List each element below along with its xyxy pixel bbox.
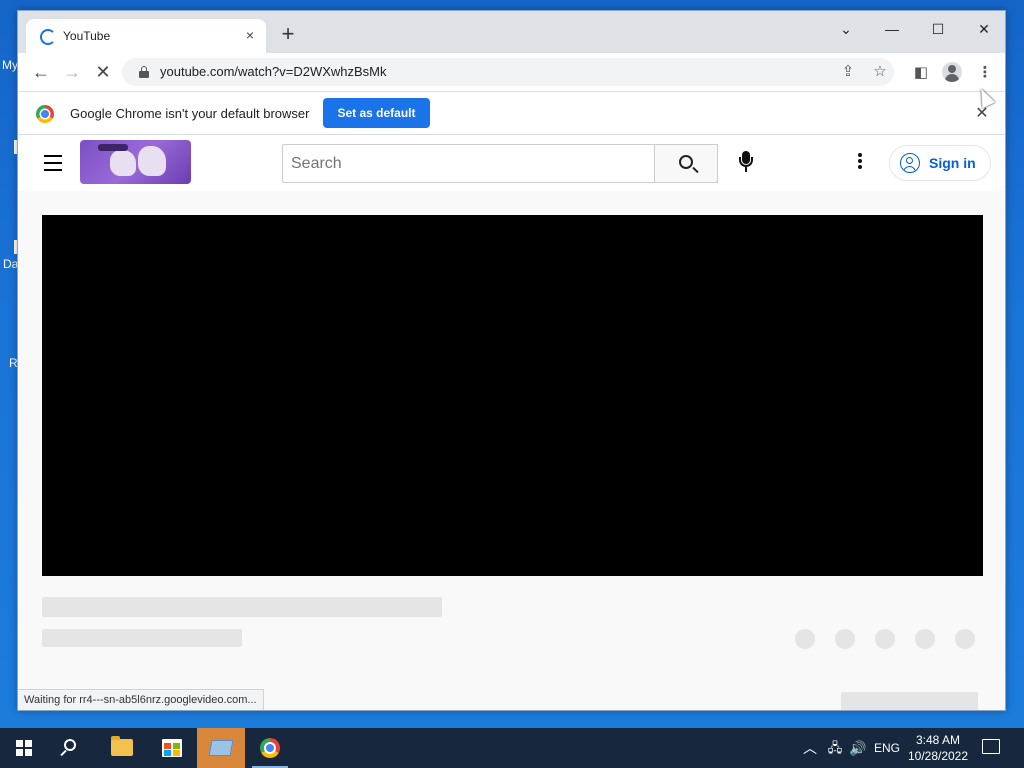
- url-text[interactable]: youtube.com/watch?v=D2WXwhzBsMk: [160, 64, 387, 79]
- default-browser-infobar: Google Chrome isn't your default browser…: [18, 91, 1005, 135]
- bookmark-star-icon[interactable]: ☆: [870, 62, 890, 82]
- sign-in-label: Sign in: [929, 155, 976, 171]
- action-placeholder: [835, 629, 855, 649]
- microsoft-store-button[interactable]: [148, 728, 196, 768]
- windows-logo-icon: [16, 740, 32, 756]
- file-explorer-button[interactable]: [98, 728, 146, 768]
- search-button[interactable]: [654, 144, 718, 183]
- chrome-logo-icon: [36, 105, 54, 123]
- forward-arrow-icon[interactable]: →: [59, 60, 85, 84]
- action-placeholder: [875, 629, 895, 649]
- subscribe-placeholder: [841, 692, 978, 710]
- app-window-icon: [208, 740, 234, 756]
- chrome-icon: [260, 738, 280, 758]
- close-window-button[interactable]: ✕: [964, 15, 1004, 43]
- title-placeholder: [42, 597, 442, 617]
- chrome-taskbar-button[interactable]: [246, 728, 294, 768]
- settings-menu-icon[interactable]: [856, 153, 864, 173]
- minimize-button[interactable]: —: [872, 15, 912, 43]
- notification-icon[interactable]: [982, 739, 1000, 754]
- search-icon: [679, 155, 693, 169]
- desktop-icon-label-my[interactable]: My: [2, 58, 18, 72]
- video-player[interactable]: [42, 215, 983, 576]
- loading-spinner-icon: [40, 29, 56, 45]
- active-app-button[interactable]: [197, 728, 245, 768]
- tab-title: YouTube: [63, 29, 111, 43]
- status-bubble: Waiting for rr4---sn-ab5l6nrz.googlevide…: [18, 689, 264, 710]
- network-icon[interactable]: 🖧: [824, 728, 846, 768]
- search-taskbar-button[interactable]: [48, 728, 96, 768]
- channel-placeholder: [42, 629, 242, 647]
- search-icon: [64, 739, 76, 751]
- show-hidden-icons-chevron-icon[interactable]: ︿: [800, 728, 820, 768]
- volume-icon[interactable]: 🔊: [848, 728, 868, 768]
- side-panel-icon[interactable]: ◧: [910, 62, 932, 84]
- clock-time: 3:48 AM: [915, 733, 961, 747]
- back-arrow-icon[interactable]: ←: [28, 60, 54, 84]
- clock-date: 10/28/2022: [907, 749, 969, 763]
- action-placeholder: [915, 629, 935, 649]
- profile-avatar-icon[interactable]: [942, 62, 962, 82]
- chrome-menu-icon[interactable]: ⋮: [974, 62, 996, 84]
- address-bar[interactable]: youtube.com/watch?v=D2WXwhzBsMk ⇪ ☆: [122, 58, 894, 86]
- youtube-page: Sign in: [18, 135, 1005, 710]
- microphone-icon[interactable]: [738, 151, 754, 175]
- account-circle-icon: [900, 153, 920, 173]
- lock-icon[interactable]: [139, 66, 149, 78]
- stop-loading-icon[interactable]: ✕: [90, 60, 116, 84]
- start-button[interactable]: [0, 728, 48, 768]
- language-indicator[interactable]: ENG: [872, 728, 902, 768]
- clock[interactable]: 3:48 AM 10/28/2022: [905, 732, 971, 764]
- search-input[interactable]: [282, 144, 654, 183]
- new-tab-button[interactable]: +: [276, 23, 300, 47]
- windows-taskbar: ︿ 🖧 🔊 ENG 3:48 AM 10/28/2022: [0, 728, 1024, 768]
- browser-toolbar: ← → ✕ youtube.com/watch?v=D2WXwhzBsMk ⇪ …: [18, 53, 1005, 91]
- share-icon[interactable]: ⇪: [838, 62, 858, 82]
- tab-close-button[interactable]: ×: [240, 25, 260, 45]
- infobar-message: Google Chrome isn't your default browser: [70, 106, 310, 121]
- sign-in-button[interactable]: Sign in: [889, 145, 991, 181]
- tab-strip: YouTube × + ⌄ — ☐ ✕: [18, 11, 1005, 53]
- action-placeholder: [955, 629, 975, 649]
- youtube-header: Sign in: [18, 135, 1005, 191]
- tab-search-button[interactable]: ⌄: [826, 15, 866, 43]
- youtube-doodle-logo[interactable]: [80, 140, 191, 184]
- tab-youtube[interactable]: YouTube ×: [26, 19, 266, 53]
- action-placeholder: [795, 629, 815, 649]
- folder-icon: [111, 736, 133, 756]
- set-as-default-button[interactable]: Set as default: [323, 98, 430, 128]
- chrome-window: YouTube × + ⌄ — ☐ ✕ ← → ✕ youtube.com/wa…: [17, 10, 1006, 711]
- store-icon: [162, 739, 182, 757]
- maximize-button[interactable]: ☐: [918, 15, 958, 43]
- hamburger-menu-icon[interactable]: [44, 155, 64, 171]
